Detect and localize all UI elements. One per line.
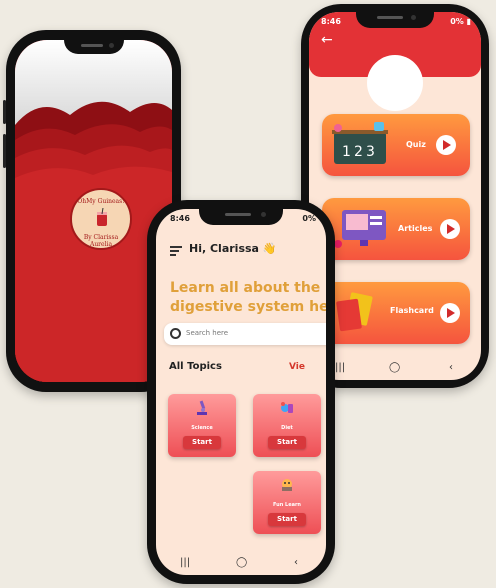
topic-name: Fun Learn (272, 502, 301, 508)
notch (199, 209, 283, 225)
fun-learn-icon (282, 479, 292, 491)
topic-card-fun-learn[interactable]: Fun Learn Start (253, 471, 321, 534)
quiz-illustration-icon: 1 2 3 (332, 122, 388, 164)
articles-illustration-icon (334, 210, 386, 248)
topic-card-science[interactable]: Science Start (168, 394, 236, 457)
notch (356, 12, 434, 28)
volume-button (3, 134, 6, 168)
flashcard-illustration-icon (336, 292, 373, 332)
search-placeholder: Search here (186, 329, 229, 337)
flashcard-card[interactable]: Flashcard (322, 282, 470, 344)
volume-button (3, 100, 6, 124)
diet-icon (281, 402, 293, 413)
flashcard-play-icon[interactable] (440, 303, 460, 323)
svg-text:2: 2 (354, 144, 363, 160)
status-time: 8:46 (170, 214, 190, 223)
start-button[interactable]: Start (268, 436, 306, 449)
avatar (367, 55, 423, 111)
speaker (225, 213, 251, 216)
search-input[interactable]: Search here (164, 323, 326, 345)
speaker (81, 44, 103, 47)
microscope-icon (197, 400, 207, 415)
status-indicators: 0% (302, 214, 316, 223)
status-indicators: 0% ▮ (450, 17, 471, 26)
logo-title: OhMy Guineas! (77, 198, 125, 205)
greeting: Hi, Clarissa 👋 (189, 242, 277, 255)
home-phone: 8:46 0% Hi, Clarissa 👋 Learn all about t… (147, 200, 335, 584)
status-time: 8:46 (321, 17, 341, 26)
speaker (377, 16, 403, 19)
start-button[interactable]: Start (268, 513, 306, 526)
headline-line-2: digestive system he (170, 299, 326, 315)
articles-play-icon[interactable] (440, 219, 460, 239)
hamburger-menu-icon[interactable] (170, 246, 182, 258)
topic-name: Diet (281, 425, 293, 431)
cup-icon (97, 208, 107, 226)
nav-back-icon[interactable]: ‹ (294, 557, 298, 568)
back-arrow-icon[interactable]: ← (321, 32, 333, 48)
notch (64, 40, 124, 54)
home-screen: 8:46 0% Hi, Clarissa 👋 Learn all about t… (156, 209, 326, 575)
headline-line-1: Learn all about the (170, 280, 321, 296)
svg-text:1: 1 (342, 144, 351, 160)
view-all-link[interactable]: Vie (289, 362, 305, 372)
quiz-play-icon[interactable] (436, 135, 456, 155)
system-nav-bar: ||| ◯ ‹ (156, 553, 326, 575)
recent-apps-icon[interactable]: ||| (335, 362, 345, 373)
app-logo: OhMy Guineas! By Clarissa Aurelia (70, 188, 132, 250)
logo-subtitle: By Clarissa Aurelia (83, 234, 119, 248)
recent-apps-icon[interactable]: ||| (180, 557, 190, 568)
start-button[interactable]: Start (183, 436, 221, 449)
articles-card[interactable]: Articles (322, 198, 470, 260)
camera (411, 15, 416, 20)
search-icon (170, 328, 181, 339)
quiz-card[interactable]: 1 2 3 Quiz (322, 114, 470, 176)
headline: Learn all about the digestive system he (170, 279, 326, 317)
camera (109, 43, 114, 48)
flashcard-label: Flashcard (390, 306, 434, 315)
home-icon[interactable]: ◯ (389, 362, 400, 373)
quiz-label: Quiz (406, 140, 426, 149)
nav-back-icon[interactable]: ‹ (449, 362, 453, 373)
home-icon[interactable]: ◯ (236, 557, 247, 568)
svg-text:3: 3 (366, 144, 375, 160)
topic-name: Science (191, 425, 213, 431)
articles-label: Articles (398, 224, 433, 233)
camera (261, 212, 266, 217)
topic-card-diet[interactable]: Diet Start (253, 394, 321, 457)
section-title: All Topics (169, 361, 222, 372)
